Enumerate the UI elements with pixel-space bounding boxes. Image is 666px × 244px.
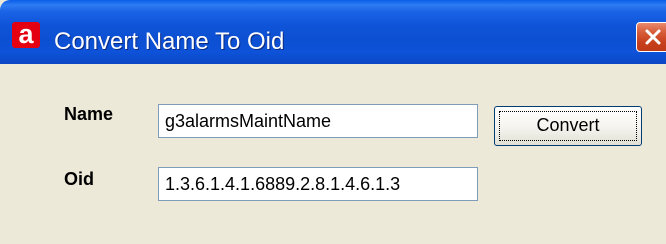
title-bar[interactable]: a Convert Name To Oid: [0, 0, 666, 64]
convert-button[interactable]: Convert: [494, 106, 642, 146]
convert-dialog: a Convert Name To Oid Name g3alarmsMaint…: [0, 0, 666, 244]
app-logo-letter: a: [18, 19, 34, 49]
close-icon: [645, 29, 661, 45]
convert-button-label: Convert: [536, 115, 600, 135]
app-logo-icon: a: [12, 19, 40, 49]
name-input[interactable]: g3alarmsMaintName: [158, 104, 478, 138]
close-button[interactable]: [636, 22, 666, 52]
window-title: Convert Name To Oid: [54, 28, 285, 55]
name-label: Name: [64, 104, 114, 124]
oid-output-field[interactable]: 1.3.6.1.4.1.6889.2.8.1.4.6.1.3: [158, 167, 478, 201]
oid-label: Oid: [64, 169, 94, 189]
